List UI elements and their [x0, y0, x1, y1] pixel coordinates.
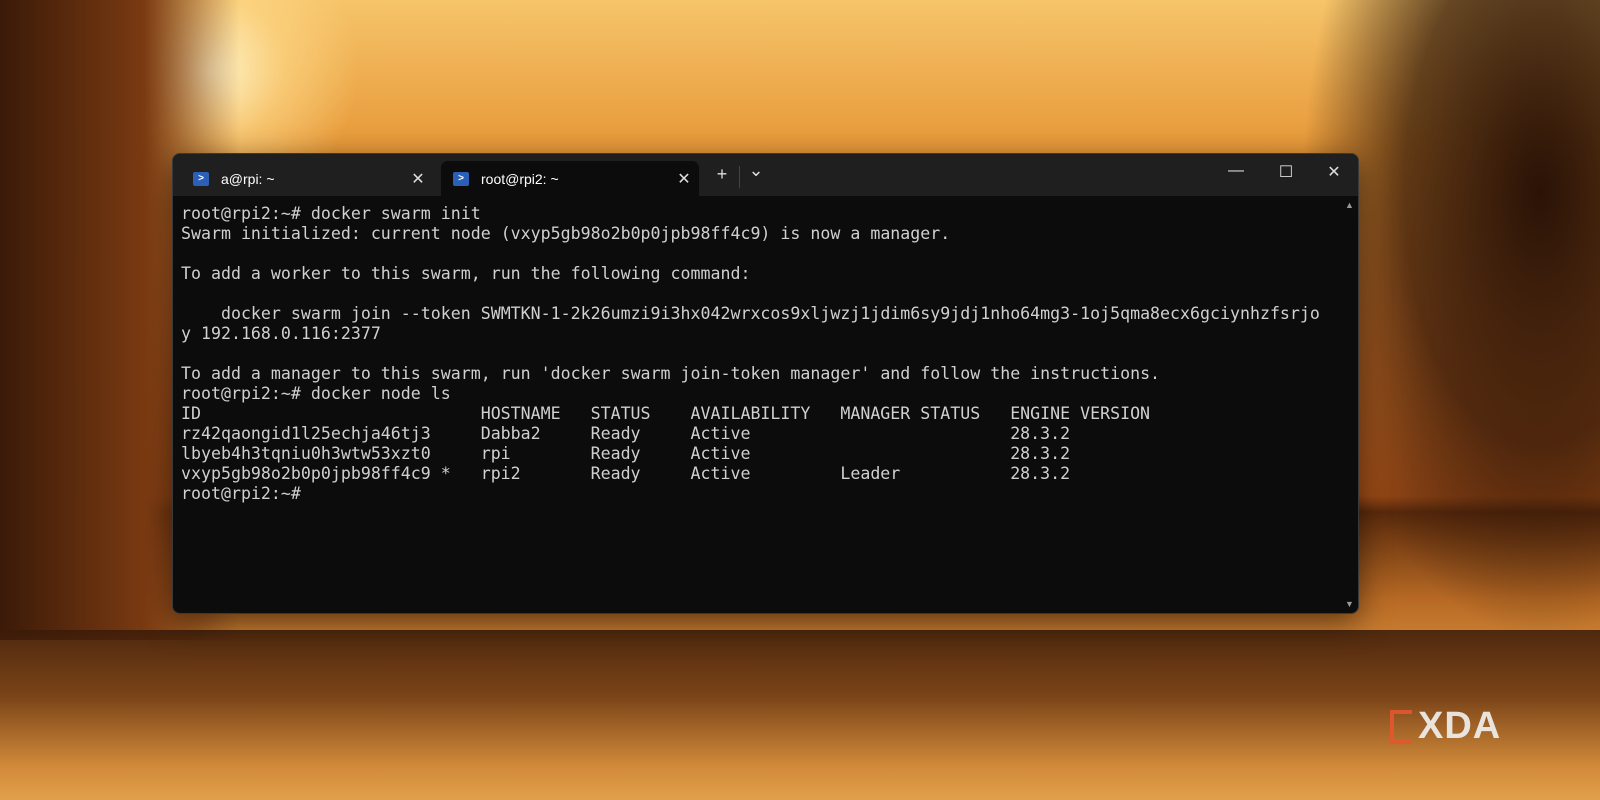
powershell-icon: >: [193, 171, 209, 186]
tab-a-rpi[interactable]: > a@rpi: ~ ✕: [181, 161, 433, 196]
header-manager-status: MANAGER STATUS: [840, 404, 981, 423]
divider: [739, 166, 740, 188]
scroll-up-icon[interactable]: ▲: [1345, 200, 1354, 210]
cell-engine-version: 28.3.2: [1010, 464, 1071, 483]
watermark-text: XDA: [1418, 705, 1502, 747]
terminal-line: docker swarm join --token SWMTKN-1-2k26u…: [181, 304, 1320, 323]
xda-logo-icon: [1390, 709, 1412, 744]
cell-status: Ready: [590, 444, 641, 463]
cell-id: lbyeb4h3tqniu0h3wtw53xzt0: [181, 444, 431, 463]
powershell-icon: >: [453, 171, 469, 186]
lake-reflection: [0, 630, 1600, 800]
tab-dropdown-button[interactable]: ⌄: [741, 160, 771, 181]
close-window-button[interactable]: ✕: [1311, 162, 1357, 182]
tab-root-rpi2[interactable]: > root@rpi2: ~ ✕: [441, 161, 699, 196]
terminal-line: y 192.168.0.116:2377: [181, 324, 381, 343]
cell-manager-status: Leader: [840, 464, 901, 483]
cell-id: vxyp5gb98o2b0p0jpb98ff4c9 *: [181, 464, 451, 483]
new-tab-button[interactable]: +: [707, 164, 737, 185]
cell-hostname: rpi2: [480, 464, 521, 483]
xda-watermark: XDA: [1390, 705, 1501, 748]
terminal-line: Swarm initialized: current node (vxyp5gb…: [181, 224, 951, 243]
tab-label: a@rpi: ~: [221, 170, 275, 187]
header-hostname: HOSTNAME: [480, 404, 561, 423]
cell-availability: Active: [690, 464, 751, 483]
cell-availability: Active: [690, 424, 751, 443]
table-header: ID HOSTNAME STATUS AVAILABILITY MANAGER STAT…: [181, 404, 1341, 424]
minimize-button[interactable]: —: [1213, 162, 1259, 180]
close-tab-icon[interactable]: ✕: [403, 169, 433, 189]
cell-status: Ready: [590, 424, 641, 443]
cell-availability: Active: [690, 444, 751, 463]
header-availability: AVAILABILITY: [690, 404, 811, 423]
scrollbar[interactable]: ▲ ▼: [1342, 196, 1358, 613]
tab-label: root@rpi2: ~: [481, 170, 559, 187]
header-id: ID: [181, 404, 201, 423]
cell-engine-version: 28.3.2: [1010, 424, 1071, 443]
cell-engine-version: 28.3.2: [1010, 444, 1071, 463]
terminal-line: root@rpi2:~# docker node ls: [181, 384, 451, 403]
terminal-window: > a@rpi: ~ ✕ > root@rpi2: ~ ✕ + ⌄ — ☐ ✕ …: [172, 153, 1359, 614]
terminal-line: To add a manager to this swarm, run 'doc…: [181, 364, 1161, 383]
scroll-down-icon[interactable]: ▼: [1345, 599, 1354, 609]
header-status: STATUS: [590, 404, 651, 423]
table-row: vxyp5gb98o2b0p0jpb98ff4c9 * rpi2 Ready Acti…: [181, 464, 1341, 484]
table-row: rz42qaongid1l25echja46tj3 Dabba2 Ready Acti…: [181, 424, 1341, 444]
close-tab-icon[interactable]: ✕: [669, 169, 699, 189]
terminal-output[interactable]: root@rpi2:~# docker swarm init Swarm ini…: [181, 204, 1341, 504]
tab-bar: > a@rpi: ~ ✕ > root@rpi2: ~ ✕ + ⌄ — ☐ ✕: [173, 154, 1358, 196]
cell-id: rz42qaongid1l25echja46tj3: [181, 424, 431, 443]
cell-hostname: rpi: [480, 444, 511, 463]
terminal-line: To add a worker to this swarm, run the f…: [181, 264, 751, 283]
cell-status: Ready: [590, 464, 641, 483]
terminal-line: root@rpi2:~# docker swarm init: [181, 204, 481, 223]
maximize-button[interactable]: ☐: [1263, 162, 1309, 182]
table-row: lbyeb4h3tqniu0h3wtw53xzt0 rpi Ready Active 2…: [181, 444, 1341, 464]
header-engine-version: ENGINE VERSION: [1010, 404, 1151, 423]
cell-hostname: Dabba2: [480, 424, 541, 443]
prompt-line: root@rpi2:~#: [181, 484, 301, 503]
